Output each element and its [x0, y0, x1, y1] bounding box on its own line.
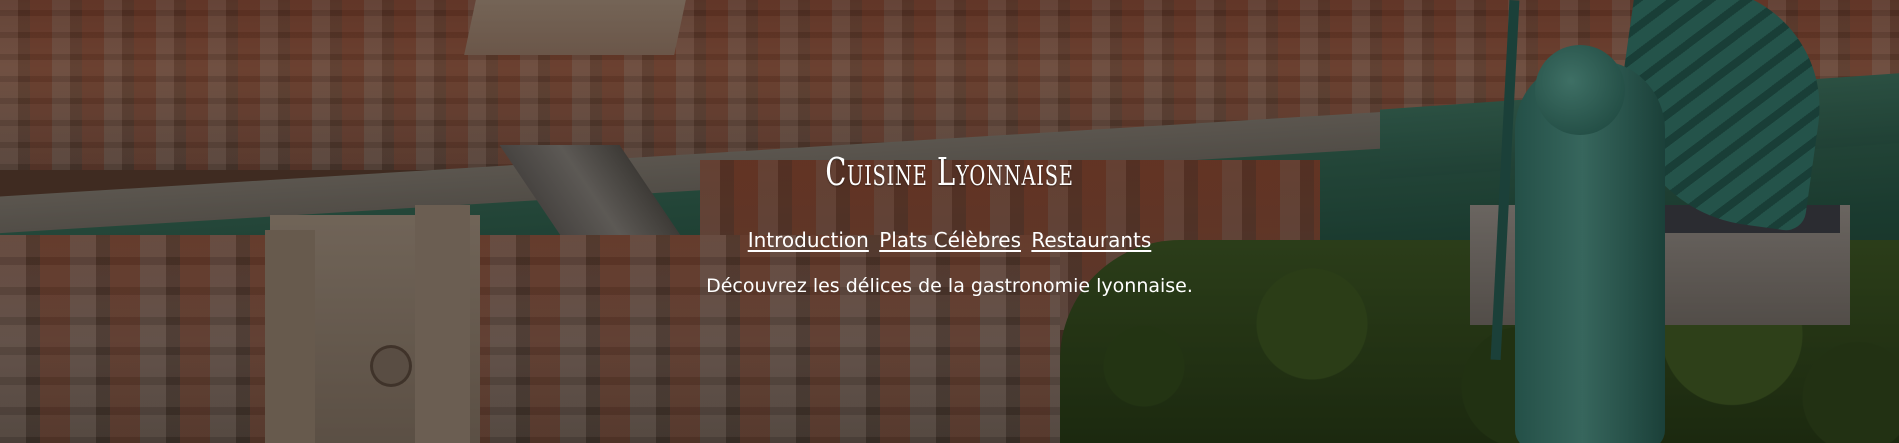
tagline: Découvrez les délices de la gastronomie …	[706, 275, 1193, 297]
site-title: Cuisine Lyonnaise	[825, 150, 1074, 194]
main-nav: Introduction Plats Célèbres Restaurants	[0, 228, 1899, 252]
hero-banner: Cuisine Lyonnaise Introduction Plats Cél…	[0, 0, 1899, 443]
nav-link-introduction[interactable]: Introduction	[748, 228, 869, 252]
nav-link-restaurants[interactable]: Restaurants	[1031, 228, 1151, 252]
nav-link-plats-celebres[interactable]: Plats Célèbres	[879, 228, 1021, 252]
hero-content: Cuisine Lyonnaise Introduction Plats Cél…	[0, 0, 1899, 443]
